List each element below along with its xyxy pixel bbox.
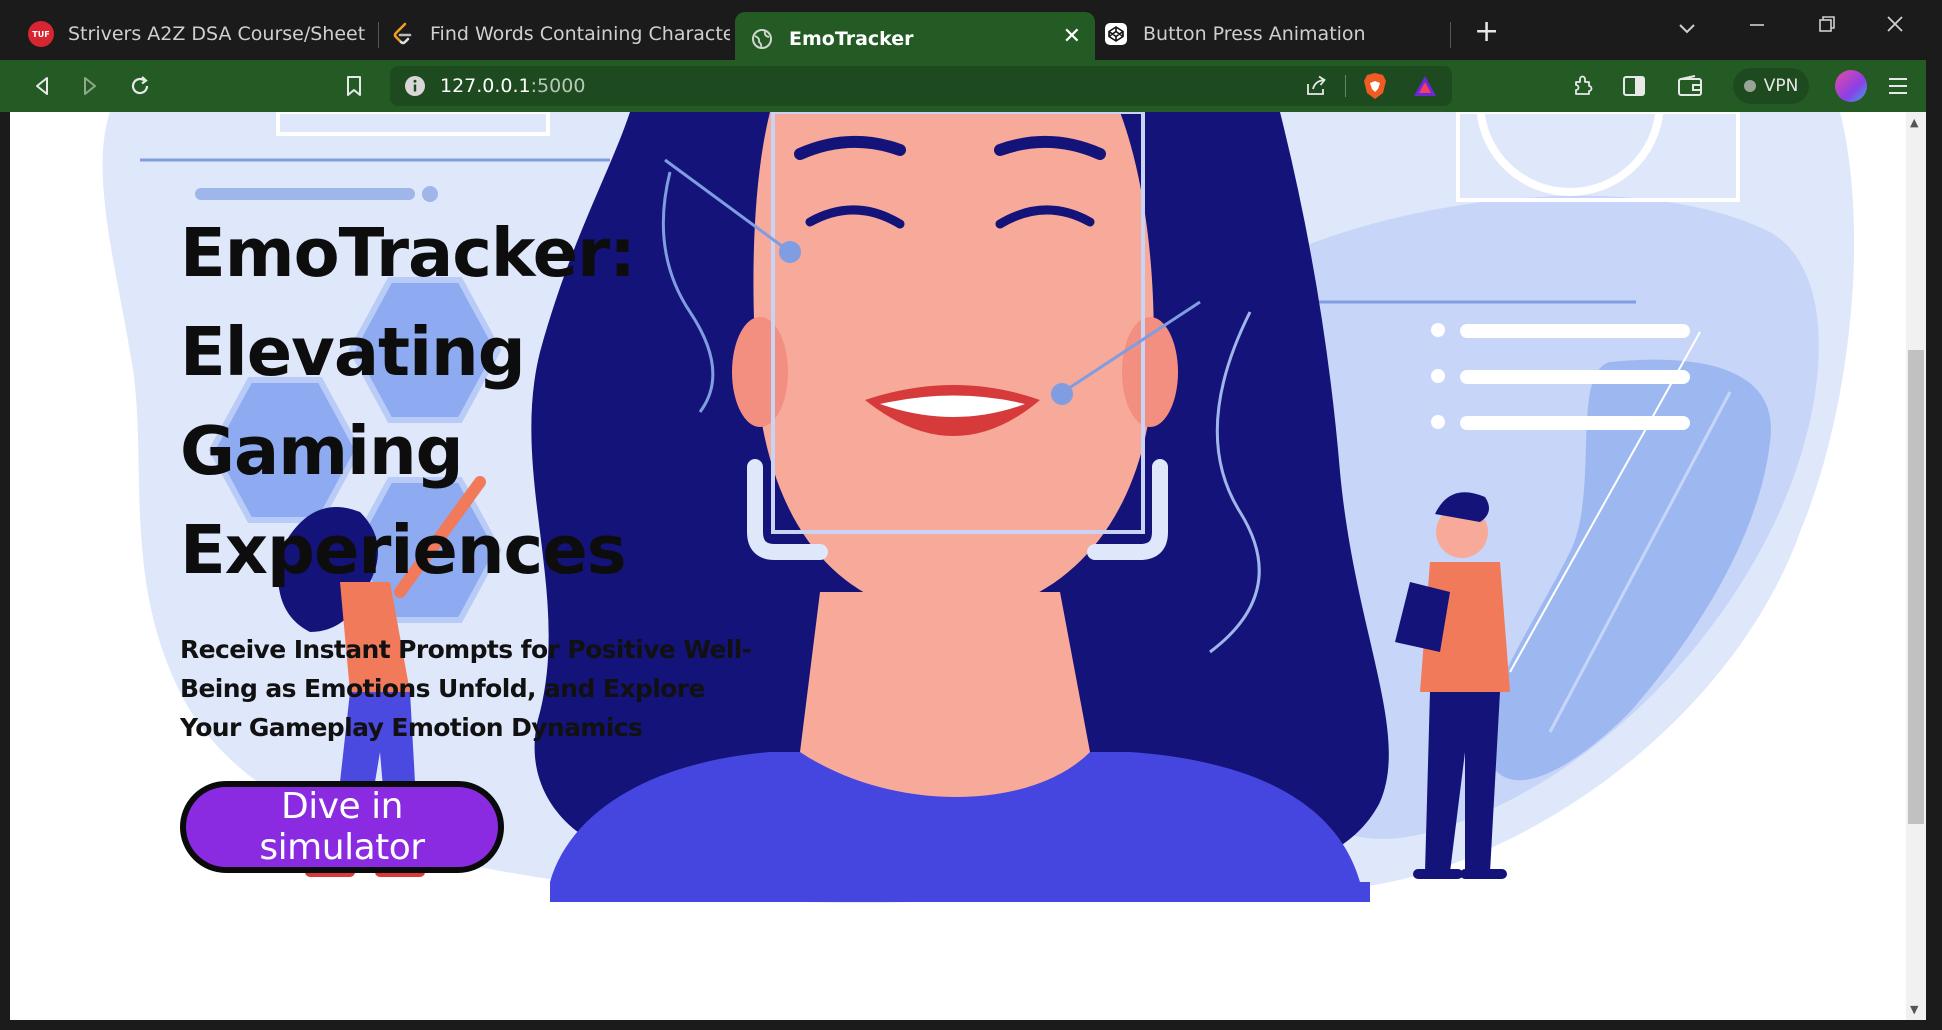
hero-title-line: Experiences <box>180 511 627 589</box>
menu-icon[interactable] <box>1882 70 1914 102</box>
leetcode-icon <box>390 21 416 47</box>
hero-subtitle-line: Being as Emotions Unfold, and Explore <box>180 674 705 703</box>
close-window-icon[interactable] <box>1886 14 1904 38</box>
codepen-icon <box>1103 21 1129 47</box>
back-icon[interactable] <box>26 70 58 102</box>
restore-icon[interactable] <box>1818 14 1836 38</box>
address-divider <box>1345 75 1346 97</box>
vpn-label: VPN <box>1763 76 1799 96</box>
minimize-icon[interactable] <box>1748 14 1766 38</box>
hero-section: EmoTracker: Elevating Gaming Experiences… <box>180 204 800 873</box>
forward-icon[interactable] <box>74 70 106 102</box>
tab-codepen[interactable]: Button Press Animation <box>1103 12 1443 56</box>
scroll-down-arrow-icon[interactable]: ▼ <box>1910 1003 1918 1016</box>
new-tab-button[interactable]: + <box>1474 14 1499 49</box>
url-text[interactable]: 127.0.0.1:5000 <box>440 75 585 97</box>
hero-subtitle: Receive Instant Prompts for Positive Wel… <box>180 630 780 747</box>
brave-shields-icon[interactable] <box>1362 72 1388 104</box>
vpn-button[interactable]: VPN <box>1733 68 1809 104</box>
hero-subtitle-line: Your Gameplay Emotion Dynamics <box>180 713 643 742</box>
tab-search-chevron-icon[interactable] <box>1678 16 1696 40</box>
hero-title-line: Gaming <box>180 412 464 490</box>
hero-title-line: Elevating <box>180 313 526 391</box>
share-icon[interactable] <box>1304 75 1328 101</box>
profile-avatar[interactable] <box>1835 70 1867 102</box>
tab-title: Find Words Containing Character - Lee <box>430 23 730 45</box>
tab-title: Strivers A2Z DSA Course/Sheet - Crack <box>68 23 368 45</box>
tab-title: EmoTracker <box>789 28 914 50</box>
bookmark-icon[interactable] <box>338 70 370 102</box>
extensions-icon[interactable] <box>1568 70 1600 102</box>
tab-leetcode[interactable]: Find Words Containing Character - Lee <box>390 12 730 56</box>
window-frame <box>0 1020 1942 1030</box>
close-tab-icon[interactable]: ✕ <box>1063 24 1081 49</box>
page-viewport: EmoTracker: Elevating Gaming Experiences… <box>10 112 1906 1020</box>
url-host: 127.0.0.1 <box>440 75 531 97</box>
hero-title-line: EmoTracker: <box>180 214 636 292</box>
wallet-icon[interactable] <box>1674 70 1706 102</box>
tab-divider <box>378 22 379 48</box>
scrollbar-thumb[interactable] <box>1908 350 1924 824</box>
vpn-status-icon <box>1743 80 1756 92</box>
tab-emotracker[interactable]: EmoTracker ✕ <box>735 12 1095 66</box>
page-scrollbar[interactable]: ▲ ▼ <box>1906 112 1926 1020</box>
dive-in-simulator-button[interactable]: Dive in simulator <box>180 781 504 873</box>
tuf-logo-icon: TUF <box>28 21 54 47</box>
reload-icon[interactable] <box>124 70 156 102</box>
scroll-up-arrow-icon[interactable]: ▲ <box>1910 116 1918 129</box>
hero-subtitle-line: Receive Instant Prompts for Positive Wel… <box>180 635 752 664</box>
globe-icon <box>749 26 775 52</box>
tab-strip: TUF Strivers A2Z DSA Course/Sheet - Crac… <box>0 0 1942 66</box>
browser-toolbar: 127.0.0.1:5000 VPN <box>0 60 1942 112</box>
tab-divider <box>1450 22 1451 48</box>
window-frame <box>1926 60 1942 1030</box>
browser-window: TUF Strivers A2Z DSA Course/Sheet - Crac… <box>0 0 1942 1030</box>
hero-title: EmoTracker: Elevating Gaming Experiences <box>180 204 800 600</box>
tab-title: Button Press Animation <box>1143 23 1366 45</box>
url-port: :5000 <box>530 75 586 97</box>
brave-rewards-icon[interactable] <box>1412 74 1438 102</box>
sidebar-icon[interactable] <box>1618 70 1650 102</box>
site-info-icon[interactable] <box>404 75 426 101</box>
tab-strivers[interactable]: TUF Strivers A2Z DSA Course/Sheet - Crac… <box>28 12 368 56</box>
address-bar[interactable]: 127.0.0.1:5000 <box>390 66 1452 106</box>
